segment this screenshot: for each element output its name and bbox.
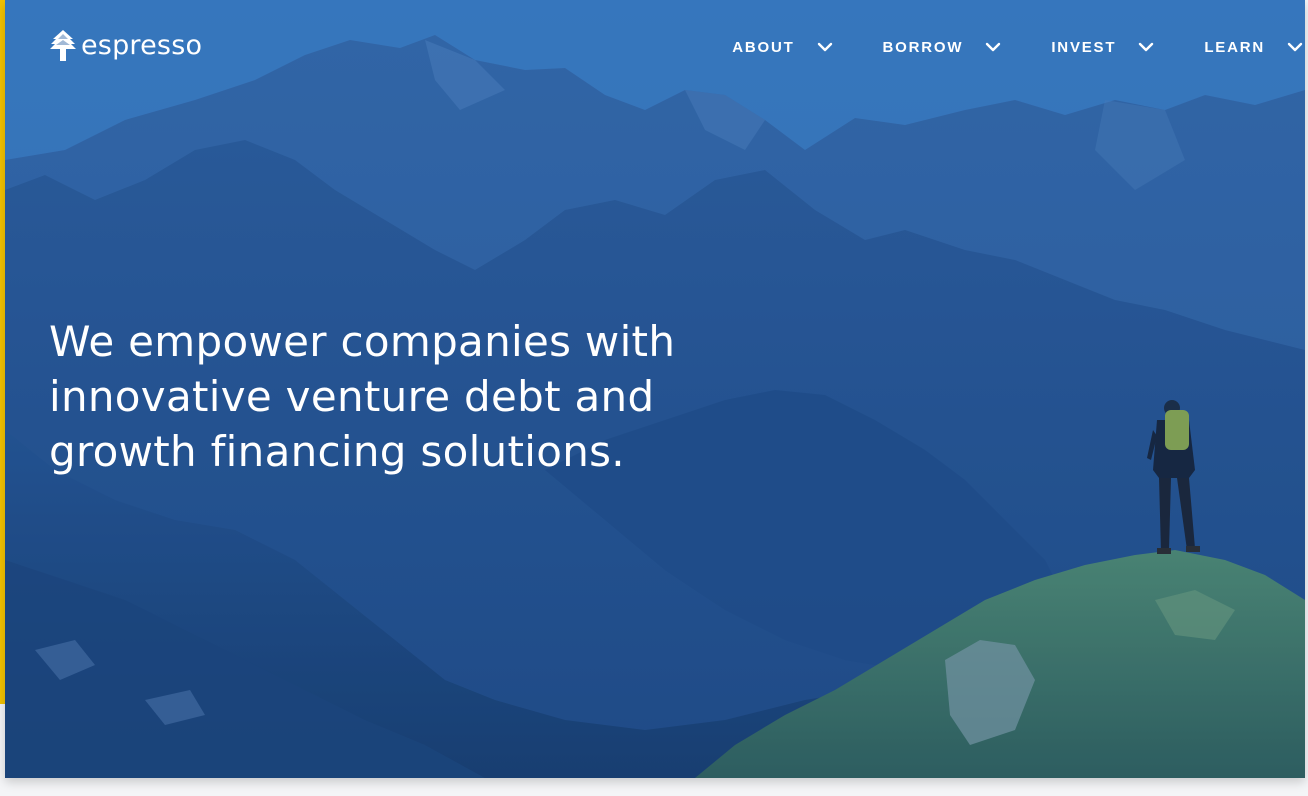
nav-item-label: BORROW bbox=[882, 38, 964, 56]
brand-logo[interactable]: espresso bbox=[49, 26, 202, 66]
chevron-down-icon bbox=[817, 42, 832, 52]
headline-line: growth financing solutions. bbox=[49, 427, 625, 476]
main-nav: ABOUT BORROW INVEST LEARN bbox=[732, 34, 1305, 60]
nav-item-about[interactable]: ABOUT bbox=[732, 34, 832, 60]
chevron-down-icon bbox=[1139, 42, 1154, 52]
top-navigation-bar: espresso ABOUT BORROW INVEST LEARN bbox=[5, 0, 1305, 96]
hero-headline: We empower companies with innovative ven… bbox=[49, 314, 749, 479]
nav-item-label: LEARN bbox=[1204, 38, 1265, 56]
brand-name: espresso bbox=[81, 30, 203, 61]
nav-item-label: ABOUT bbox=[732, 38, 795, 56]
page: espresso ABOUT BORROW INVEST LEARN We em… bbox=[0, 0, 1308, 796]
nav-item-invest[interactable]: INVEST bbox=[1051, 34, 1154, 60]
hero-section: espresso ABOUT BORROW INVEST LEARN We em… bbox=[5, 0, 1305, 778]
chevron-down-icon bbox=[1287, 42, 1303, 52]
headline-line: innovative venture debt and bbox=[49, 372, 655, 421]
nav-item-label: INVEST bbox=[1051, 38, 1117, 56]
headline-line: We empower companies with bbox=[49, 317, 676, 366]
tree-icon bbox=[50, 30, 76, 61]
nav-item-borrow[interactable]: BORROW bbox=[883, 34, 1002, 60]
chevron-down-icon bbox=[986, 42, 1001, 52]
nav-item-learn[interactable]: LEARN bbox=[1204, 34, 1303, 60]
